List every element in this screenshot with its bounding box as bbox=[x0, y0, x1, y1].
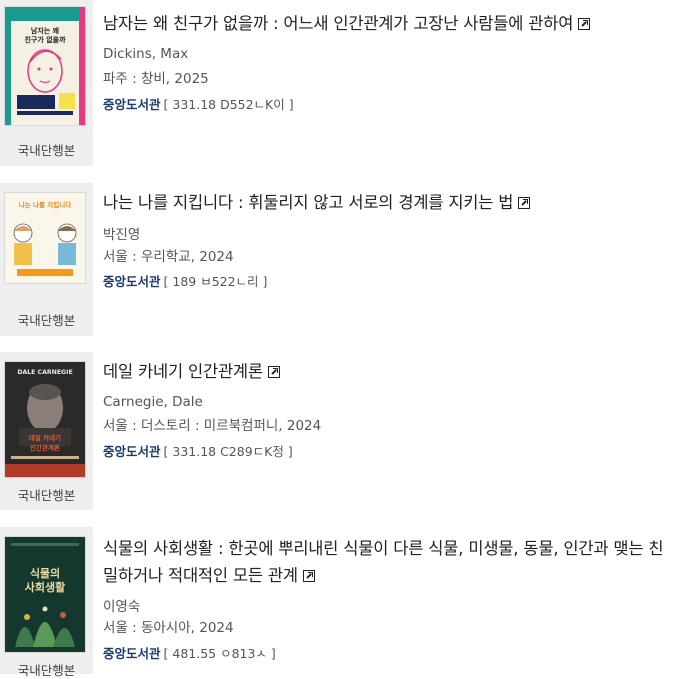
cover-title-line3: 인간관계론 bbox=[30, 443, 60, 452]
format-label: 국내단행본 bbox=[17, 663, 76, 678]
call-number: [ 481.55 ㅇ813ㅅ ] bbox=[163, 646, 276, 661]
library-link[interactable]: 중앙도서관 bbox=[103, 646, 161, 661]
author: Carnegie, Dale bbox=[103, 394, 203, 410]
cover-title-line1: 나는 나를 지킵니다 bbox=[19, 200, 71, 209]
format-label: 국내단행본 bbox=[17, 488, 76, 503]
external-link-icon[interactable] bbox=[267, 366, 280, 378]
thumbnail-box: DALE CARNEGIE 데일 카네기 인간관계론 국내단행본 bbox=[0, 352, 93, 510]
book-cover-image[interactable]: 남자는 왜 친구가 없을까 bbox=[5, 7, 85, 125]
cover-title-line1: DALE CARNEGIE bbox=[17, 369, 72, 376]
book-title[interactable]: 나는 나를 지킵니다 : 휘둘리지 않고 서로의 경계를 지키는 법 bbox=[103, 193, 513, 212]
cover-title-line1: 남자는 왜 bbox=[31, 26, 59, 35]
author: 박진영 bbox=[103, 227, 141, 243]
book-title[interactable]: 데일 카네기 인간관계론 bbox=[103, 362, 263, 381]
publisher: 서울 : 우리학교, 2024 bbox=[103, 249, 234, 265]
cover-title-line2: 데일 카네기 bbox=[29, 433, 61, 442]
location: 중앙도서관[ 331.18 D552ㄴK이 ] bbox=[103, 94, 294, 113]
list-item: 남자는 왜 친구가 없을까 국내단행본 남자는 왜 친구가 없을까 : 어느새 … bbox=[0, 0, 697, 170]
publisher: 서울 : 더스토리 : 미르북컴퍼니, 2024 bbox=[103, 418, 322, 434]
cover-title-line1: 식물의 bbox=[30, 566, 60, 580]
external-link-icon[interactable] bbox=[302, 570, 315, 582]
book-title-link[interactable]: 데일 카네기 인간관계론 bbox=[103, 358, 673, 385]
call-number: [ 189 ㅂ522ㄴ리 ] bbox=[163, 274, 268, 289]
author: 이영숙 bbox=[103, 599, 141, 615]
book-title-link[interactable]: 나는 나를 지킵니다 : 휘둘리지 않고 서로의 경계를 지키는 법 bbox=[103, 189, 673, 216]
book-title[interactable]: 식물의 사회생활 : 한곳에 뿌리내린 식물이 다른 식물, 미생물, 동물, … bbox=[103, 539, 664, 585]
author: Dickins, Max bbox=[103, 46, 189, 62]
format-label: 국내단행본 bbox=[17, 143, 76, 158]
publisher: 파주 : 창비, 2025 bbox=[103, 71, 209, 87]
external-link-icon[interactable] bbox=[578, 18, 591, 30]
location: 중앙도서관[ 189 ㅂ522ㄴ리 ] bbox=[103, 271, 267, 290]
location: 중앙도서관[ 481.55 ㅇ813ㅅ ] bbox=[103, 643, 276, 662]
thumbnail-box: 남자는 왜 친구가 없을까 국내단행본 bbox=[0, 0, 93, 166]
search-results-list: 남자는 왜 친구가 없을까 국내단행본 남자는 왜 친구가 없을까 : 어느새 … bbox=[0, 0, 697, 678]
book-cover-image[interactable]: 식물의 사회생활 bbox=[5, 537, 85, 652]
book-title[interactable]: 남자는 왜 친구가 없을까 : 어느새 인간관계가 고장난 사람들에 관하여 bbox=[103, 14, 573, 33]
library-link[interactable]: 중앙도서관 bbox=[103, 97, 161, 112]
library-link[interactable]: 중앙도서관 bbox=[103, 274, 161, 289]
call-number: [ 331.18 D552ㄴK이 ] bbox=[163, 97, 294, 112]
cover-title-line2: 사회생활 bbox=[25, 580, 65, 594]
location: 중앙도서관[ 331.18 C289ㄷK정 ] bbox=[103, 441, 293, 460]
call-number: [ 331.18 C289ㄷK정 ] bbox=[163, 444, 293, 459]
list-item: 식물의 사회생활 국내단행본 식물의 사회생활 : 한곳에 뿌리내린 식물이 다… bbox=[0, 527, 697, 678]
publisher: 서울 : 동아시아, 2024 bbox=[103, 620, 234, 636]
thumbnail-box: 나는 나를 지킵니다 국내단행본 bbox=[0, 183, 93, 336]
book-cover-image[interactable]: DALE CARNEGIE 데일 카네기 인간관계론 bbox=[5, 362, 85, 477]
list-item: 나는 나를 지킵니다 국내단행본 나는 나를 지킵니다 : 휘둘리지 않고 서로… bbox=[0, 183, 697, 338]
book-title-link[interactable]: 남자는 왜 친구가 없을까 : 어느새 인간관계가 고장난 사람들에 관하여 bbox=[103, 10, 673, 37]
cover-title-line2: 친구가 없을까 bbox=[24, 35, 66, 44]
library-link[interactable]: 중앙도서관 bbox=[103, 444, 161, 459]
list-item: DALE CARNEGIE 데일 카네기 인간관계론 국내단행본 데일 카네기 … bbox=[0, 352, 697, 512]
book-cover-image[interactable]: 나는 나를 지킵니다 bbox=[5, 193, 85, 283]
external-link-icon[interactable] bbox=[518, 197, 531, 209]
format-label: 국내단행본 bbox=[17, 313, 76, 328]
thumbnail-box: 식물의 사회생활 국내단행본 bbox=[0, 527, 93, 678]
book-title-link[interactable]: 식물의 사회생활 : 한곳에 뿌리내린 식물이 다른 식물, 미생물, 동물, … bbox=[103, 535, 673, 589]
